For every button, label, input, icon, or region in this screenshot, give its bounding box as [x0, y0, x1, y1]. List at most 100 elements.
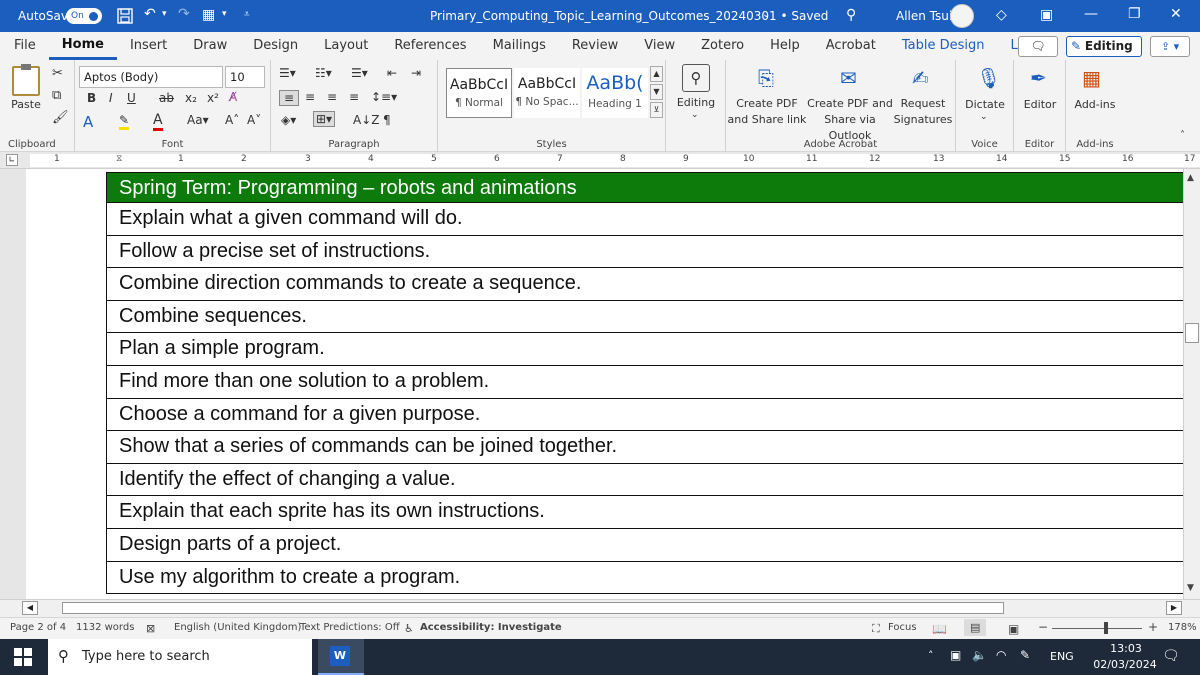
table-row[interactable]: Explain that each sprite has its own ins… [106, 496, 1183, 529]
indent-marker-icon[interactable]: ⧖ [116, 154, 122, 164]
zoom-in-icon[interactable]: + [1148, 620, 1158, 634]
accessibility-status[interactable]: Accessibility: Investigate [420, 622, 562, 633]
tab-file[interactable]: File [0, 32, 49, 60]
proofing-icon[interactable]: ⊠ [146, 622, 155, 635]
grow-font-icon[interactable]: A˄ [225, 113, 239, 127]
tab-review[interactable]: Review [559, 32, 631, 60]
zoom-slider-thumb[interactable] [1104, 622, 1108, 634]
tab-view[interactable]: View [631, 32, 688, 60]
addins-grid-icon[interactable]: ▦ [1082, 66, 1101, 90]
font-color-icon[interactable]: A [153, 112, 163, 131]
network-icon[interactable]: ▣ [950, 648, 961, 662]
tab-draw[interactable]: Draw [180, 32, 240, 60]
create-pdf-outlook-line1[interactable]: Create PDF and [806, 96, 894, 112]
ribbon-display-icon[interactable]: ▣ [1040, 7, 1053, 23]
zoom-slider[interactable] [1052, 628, 1142, 629]
word-count[interactable]: 1132 words [76, 622, 134, 633]
paste-icon[interactable] [12, 64, 40, 96]
vertical-scrollbar[interactable]: ▲ ▼ [1183, 169, 1200, 599]
close-icon[interactable]: ✕ [1170, 6, 1182, 22]
shading-icon[interactable]: ◈▾ [281, 113, 296, 127]
align-center-icon[interactable]: ≡ [305, 90, 315, 104]
tab-acrobat[interactable]: Acrobat [813, 32, 889, 60]
horizontal-scrollbar[interactable]: ◀ ▶ [0, 599, 1200, 617]
request-signatures-line2[interactable]: Signatures [892, 112, 954, 128]
tab-mailings[interactable]: Mailings [480, 32, 559, 60]
search-icon[interactable]: ⚲ [846, 7, 856, 23]
accessibility-icon[interactable]: ♿ [404, 622, 414, 635]
show-hidden-icons-icon[interactable]: ˄ [928, 649, 934, 662]
language-indicator[interactable]: English (United Kingdom) [174, 622, 301, 633]
zoom-level[interactable]: 178% [1168, 622, 1197, 633]
share-button[interactable]: ⇪ ▾ [1150, 36, 1190, 57]
table-row[interactable]: Use my algorithm to create a program. [106, 561, 1183, 595]
scroll-down-icon[interactable]: ▼ [1187, 583, 1194, 593]
cut-icon[interactable]: ✂ [52, 66, 63, 81]
table-row[interactable]: Choose a command for a given purpose. [106, 398, 1183, 432]
page-indicator[interactable]: Page 2 of 4 [10, 622, 66, 633]
print-layout-icon[interactable]: ▤ [964, 619, 987, 636]
editing-mode-button[interactable]: ✎ Editing ▾ [1066, 36, 1142, 72]
pdf-outlook-icon[interactable]: ✉ [840, 66, 857, 90]
shrink-font-icon[interactable]: A˅ [247, 113, 261, 127]
create-pdf-share-link-line1[interactable]: Create PDF [726, 96, 808, 112]
minimize-icon[interactable]: — [1084, 6, 1098, 22]
bullets-icon[interactable]: ☰▾ [279, 66, 296, 80]
create-pdf-share-link-line2[interactable]: and Share link [726, 112, 808, 128]
request-signatures-line1[interactable]: Request [892, 96, 954, 112]
tab-design[interactable]: Design [240, 32, 311, 60]
read-mode-icon[interactable]: 📖 [932, 622, 947, 636]
signature-icon[interactable]: ✍ [912, 66, 929, 90]
save-icon[interactable] [116, 7, 134, 29]
style-heading-1[interactable]: AaBb( Heading 1 [582, 68, 648, 118]
scroll-right-icon[interactable]: ▶ [1166, 601, 1182, 615]
style-no-spacing[interactable]: AaBbCcI ¶ No Spac... [514, 68, 580, 118]
change-case-icon[interactable]: Aa▾ [187, 113, 209, 127]
find-icon[interactable]: ⚲ [682, 64, 710, 92]
numbering-icon[interactable]: ☷▾ [315, 66, 332, 80]
sort-icon[interactable]: A↓Z [353, 113, 379, 127]
clear-formatting-icon[interactable]: A̸ [229, 90, 237, 104]
align-left-icon[interactable]: ≡ [279, 90, 299, 106]
horizontal-ruler[interactable]: ∟ ⧖ 1 1 2 3 4 5 6 7 8 9 10 11 12 13 14 1… [0, 152, 1200, 169]
chevron-down-icon[interactable]: ⌄ [980, 112, 988, 122]
editor-button[interactable]: Editor [1016, 97, 1064, 113]
scroll-thumb[interactable] [1185, 323, 1199, 343]
italic-icon[interactable]: I [109, 91, 113, 105]
chevron-down-icon[interactable]: ⌄ [762, 9, 770, 20]
diamond-icon[interactable]: ◇ [996, 7, 1007, 23]
pen-icon[interactable]: ✎ [1020, 648, 1030, 662]
table-row[interactable]: Combine direction commands to create a s… [106, 268, 1183, 301]
volume-icon[interactable]: 🔈 [972, 648, 987, 662]
table-row[interactable]: Follow a precise set of instructions. [106, 235, 1183, 269]
align-right-icon[interactable]: ≡ [327, 90, 337, 104]
paste-button[interactable]: Paste [4, 97, 48, 113]
table-quick-icon[interactable]: ▦ [202, 7, 215, 23]
clock-time[interactable]: 13:03 [1098, 642, 1154, 655]
tab-help[interactable]: Help [757, 32, 813, 60]
zoom-out-icon[interactable]: − [1038, 620, 1048, 634]
table-row[interactable]: Find more than one solution to a problem… [106, 365, 1183, 399]
table-header-row[interactable]: Spring Term: Programming – robots and an… [106, 173, 1183, 203]
chevron-down-icon[interactable]: ▾ [162, 9, 167, 19]
customize-toolbar-icon[interactable]: ⩡ [244, 9, 250, 20]
microphone-icon[interactable]: 🎙 [976, 66, 1001, 90]
show-formatting-icon[interactable]: ¶ [383, 113, 391, 127]
language-indicator[interactable]: ENG [1050, 650, 1074, 663]
tab-home[interactable]: Home [48, 32, 117, 60]
strikethrough-icon[interactable]: ab [159, 91, 174, 105]
scroll-left-icon[interactable]: ◀ [22, 601, 38, 615]
decrease-indent-icon[interactable]: ⇤ [387, 66, 397, 80]
subscript-icon[interactable]: x₂ [185, 91, 197, 105]
tab-insert[interactable]: Insert [117, 32, 180, 60]
borders-icon[interactable]: ⊞▾ [313, 111, 336, 127]
justify-icon[interactable]: ≡ [349, 90, 359, 104]
focus-icon[interactable]: ⛶ [872, 622, 880, 636]
styles-scroll-up-icon[interactable]: ▲ [650, 66, 663, 82]
undo-icon[interactable]: ↶ [144, 6, 156, 22]
taskbar-search-box[interactable]: ⚲ Type here to search [48, 639, 312, 675]
tab-selector-icon[interactable]: ∟ [6, 154, 18, 166]
superscript-icon[interactable]: x² [207, 91, 219, 105]
tab-references[interactable]: References [381, 32, 479, 60]
chevron-down-icon[interactable]: ⌄ [691, 110, 699, 120]
